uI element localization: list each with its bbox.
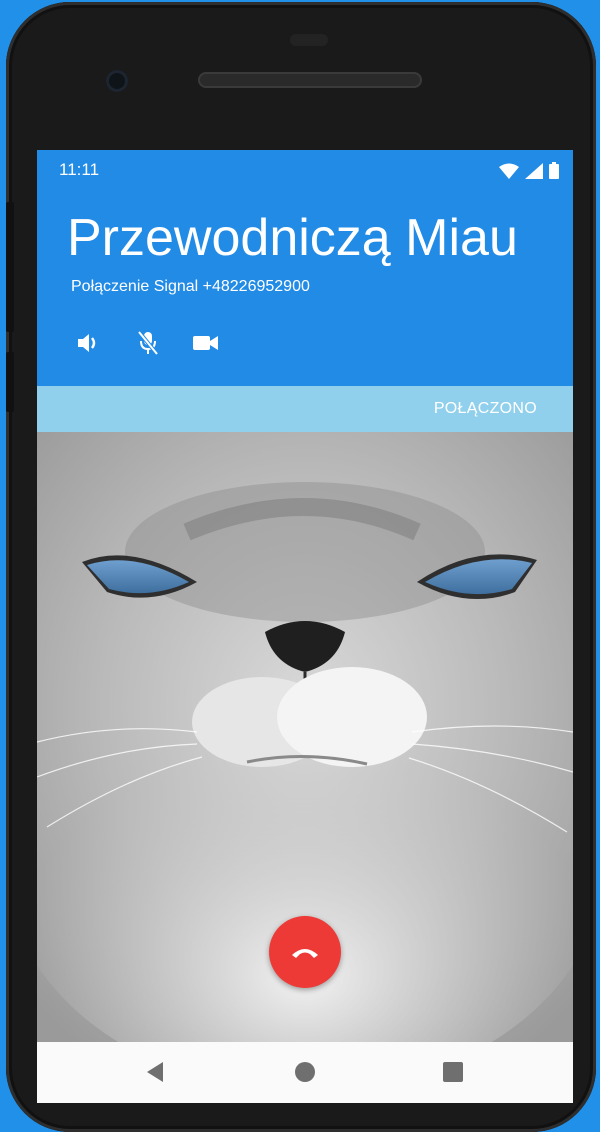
battery-icon (549, 162, 559, 179)
call-status: POŁĄCZONO (433, 400, 537, 417)
remote-video (37, 432, 573, 1042)
volume-button (6, 202, 14, 332)
power-button (6, 352, 14, 412)
back-button[interactable] (141, 1058, 169, 1086)
back-icon (147, 1062, 163, 1082)
video-button[interactable] (190, 327, 222, 359)
status-time: 11:11 (59, 160, 100, 179)
mute-button[interactable] (132, 327, 164, 359)
navigation-bar (37, 1042, 573, 1103)
status-icons (499, 162, 559, 179)
call-end-icon (292, 949, 318, 958)
speaker-icon (78, 334, 96, 352)
earpiece (290, 34, 328, 46)
videocam-icon (193, 336, 218, 350)
mic-off-icon (137, 330, 159, 356)
home-icon (295, 1062, 315, 1082)
front-camera (106, 70, 128, 92)
call-header: 11:11 Przewodniczą Miau Połączenie Signa… (37, 150, 573, 386)
recents-button[interactable] (439, 1058, 467, 1086)
call-subtitle: Połączenie Signal +48226952900 (71, 278, 310, 295)
call-state-bar: POŁĄCZONO (37, 386, 573, 432)
signal-icon (525, 162, 543, 179)
speaker-grille (198, 72, 422, 88)
wifi-icon (499, 163, 519, 179)
hangup-button[interactable] (269, 916, 341, 988)
recents-icon (443, 1062, 463, 1082)
caller-name: Przewodniczą Miau (67, 209, 518, 267)
speaker-button[interactable] (73, 327, 105, 359)
home-button[interactable] (291, 1058, 319, 1086)
screen: 11:11 Przewodniczą Miau Połączenie Signa… (37, 150, 573, 1103)
